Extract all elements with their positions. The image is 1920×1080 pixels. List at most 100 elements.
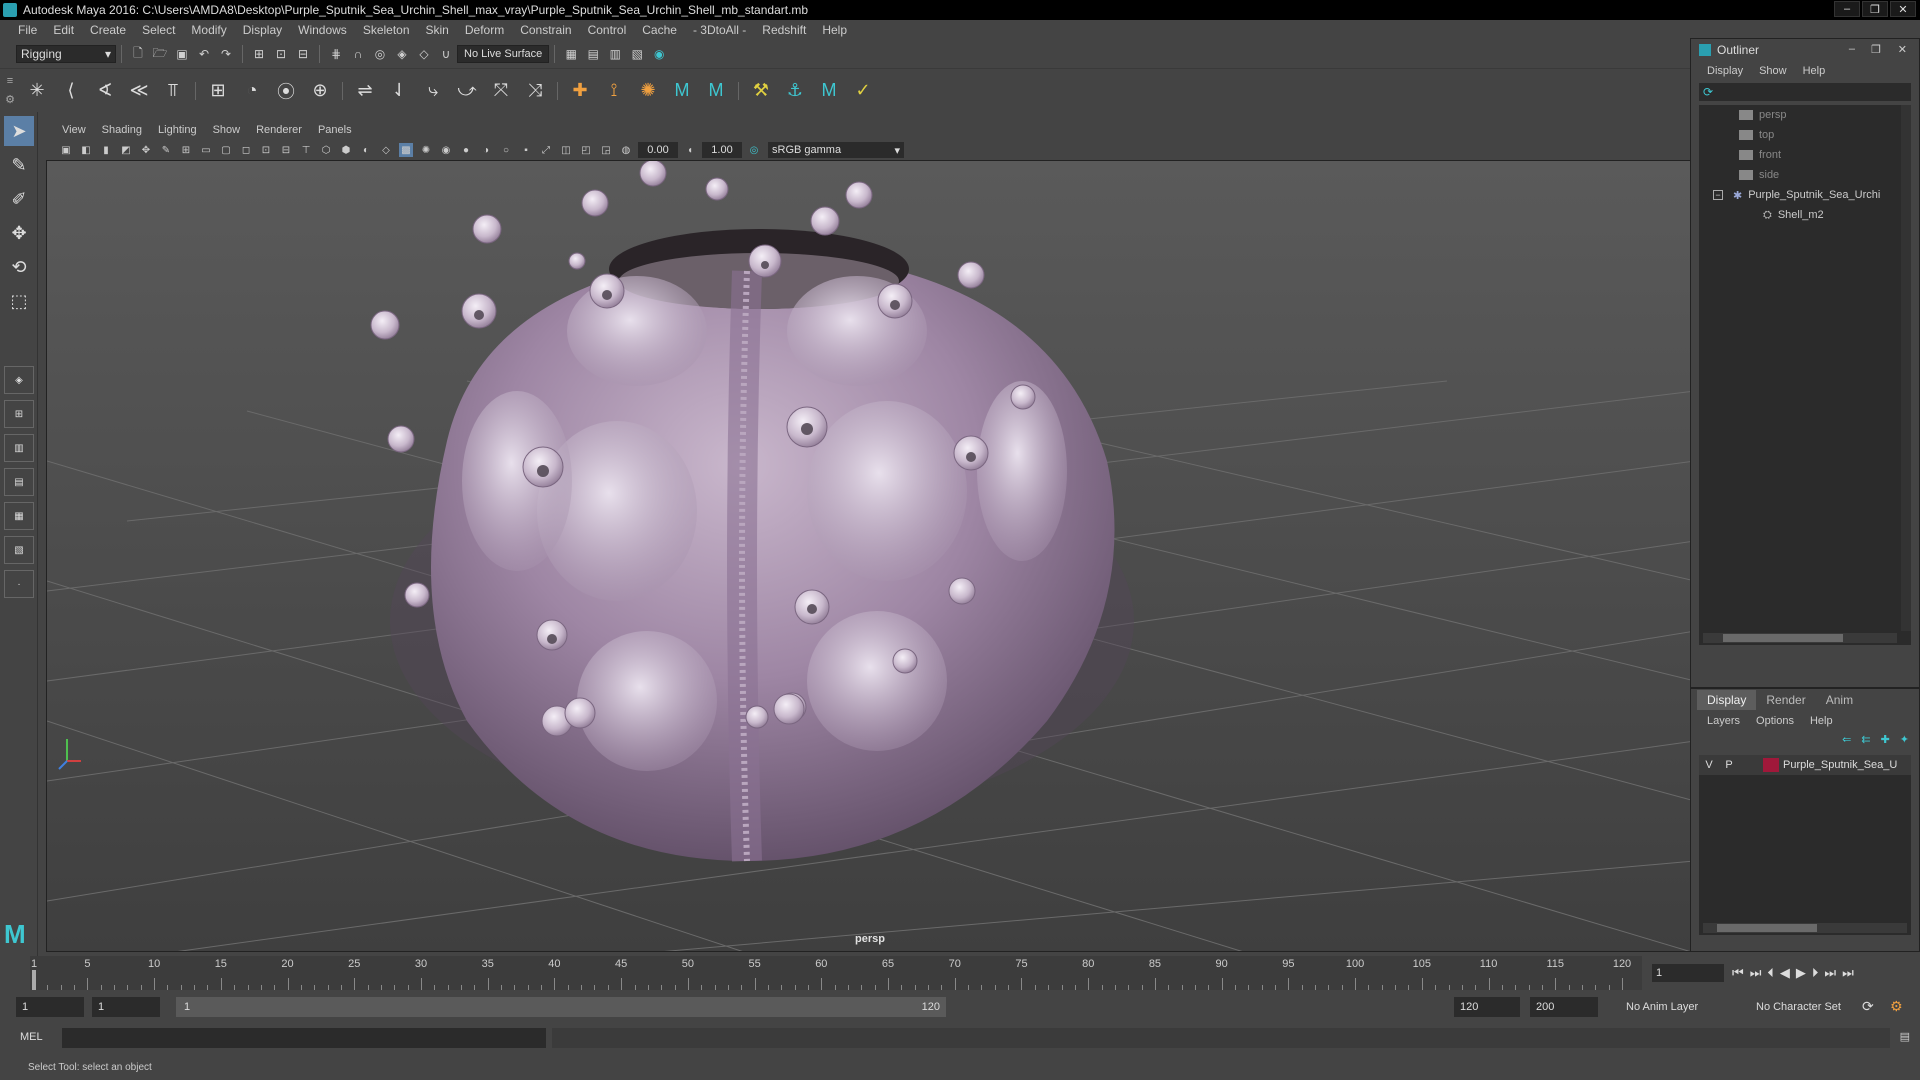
snap-view-icon[interactable]: ◈ — [394, 46, 410, 62]
menu-modify[interactable]: Modify — [183, 23, 234, 37]
orient-joint-icon[interactable]: ≪ — [126, 78, 152, 104]
view-transform-dropdown[interactable]: sRGB gamma ▾ — [768, 142, 904, 158]
menu-windows[interactable]: Windows — [290, 23, 355, 37]
orient-constraint-icon[interactable]: ✺ — [635, 78, 661, 104]
move-layer-up-icon[interactable]: ⇐ — [1842, 733, 1851, 746]
step-forward-key-icon[interactable]: ⏭ — [1824, 965, 1836, 981]
move-layer-down-icon[interactable]: ⇇ — [1861, 733, 1870, 746]
close-button[interactable]: ✕ — [1890, 1, 1916, 17]
copy-weights-icon[interactable]: ⤨ — [522, 78, 548, 104]
outliner-list[interactable]: persp top front side − ✱ Purple_Sputnik_… — [1699, 105, 1911, 645]
wireframe-icon[interactable]: ⬡ — [319, 143, 333, 157]
animation-end-field[interactable]: 200 — [1530, 997, 1598, 1017]
vertical-scrollbar[interactable] — [1901, 105, 1911, 631]
outliner-item-group[interactable]: − ✱ Purple_Sputnik_Sea_Urchi — [1699, 185, 1911, 205]
point-constraint-icon[interactable]: ✚ — [567, 78, 593, 104]
bind-skin-icon[interactable]: ⇌ — [352, 78, 378, 104]
grid-icon[interactable]: ⊞ — [179, 143, 193, 157]
new-layer-icon[interactable]: ✚ — [1881, 733, 1890, 746]
playback-start-field[interactable]: 1 — [92, 997, 160, 1017]
xray-components-icon[interactable]: ◲ — [599, 143, 613, 157]
layer-visibility-toggle[interactable]: V — [1699, 759, 1719, 771]
lasso-tool-icon[interactable]: ✎ — [4, 150, 34, 180]
paint-weights-icon[interactable]: ⤷ — [420, 78, 446, 104]
tab-render[interactable]: Render — [1756, 690, 1815, 710]
menu-3dtoall[interactable]: - 3DtoAll - — [685, 23, 754, 37]
rotate-tool-icon[interactable]: ⟲ — [4, 252, 34, 282]
undo-icon[interactable]: ↶ — [196, 46, 212, 62]
hypershade-icon[interactable]: ▧ — [629, 46, 645, 62]
redo-icon[interactable]: ↷ — [218, 46, 234, 62]
render-frame-icon[interactable]: ▦ — [563, 46, 579, 62]
layer-row[interactable]: V P Purple_Sputnik_Sea_U — [1699, 755, 1911, 775]
select-object-icon[interactable]: ⊡ — [273, 46, 289, 62]
vp-menu-lighting[interactable]: Lighting — [150, 124, 205, 136]
paint-select-icon[interactable]: ✐ — [4, 184, 34, 214]
resolution-gate-icon[interactable]: ▢ — [219, 143, 233, 157]
outliner-item-front[interactable]: front — [1699, 145, 1911, 165]
gamma-icon[interactable]: ◖ — [683, 143, 697, 157]
current-time-marker[interactable] — [32, 970, 36, 990]
tab-anim[interactable]: Anim — [1816, 690, 1863, 710]
lattice-icon[interactable]: ⊞ — [205, 78, 231, 104]
time-slider[interactable]: 1 5 10 15 20 25 30 35 40 45 50 55 60 65 70 75 80 85 90 95 10… — [22, 956, 1642, 990]
layer-playback-toggle[interactable]: P — [1719, 759, 1739, 771]
custom-layout-icon[interactable]: · — [4, 570, 34, 598]
snap-grid-icon[interactable]: ⋕ — [328, 46, 344, 62]
outliner-item-top[interactable]: top — [1699, 125, 1911, 145]
menu-select[interactable]: Select — [134, 23, 183, 37]
cluster-icon[interactable]: ◔ — [239, 78, 265, 104]
depth-of-field-icon[interactable]: ▪ — [519, 143, 533, 157]
field-chart-icon[interactable]: ⊡ — [259, 143, 273, 157]
isolate-select-icon[interactable]: ⤢ — [539, 143, 553, 157]
refresh-icon[interactable]: ⟳ — [1703, 85, 1713, 99]
vp-menu-view[interactable]: View — [54, 124, 94, 136]
menu-create[interactable]: Create — [82, 23, 134, 37]
use-all-lights-icon[interactable]: ✺ — [419, 143, 433, 157]
menu-skeleton[interactable]: Skeleton — [355, 23, 418, 37]
command-input[interactable] — [62, 1028, 546, 1048]
outliner-menu-help[interactable]: Help — [1795, 65, 1834, 77]
play-backward-icon[interactable]: ◀ — [1780, 965, 1790, 981]
outliner-menu-display[interactable]: Display — [1699, 65, 1751, 77]
2d-pan-zoom-icon[interactable]: ✥ — [139, 143, 153, 157]
animation-start-field[interactable]: 1 — [16, 997, 84, 1017]
snap-point-icon[interactable]: ◎ — [372, 46, 388, 62]
step-back-frame-icon[interactable]: ⏴ — [1767, 965, 1774, 981]
image-plane-icon[interactable]: ◩ — [119, 143, 133, 157]
menu-constrain[interactable]: Constrain — [512, 23, 579, 37]
layer-list[interactable]: V P Purple_Sputnik_Sea_U — [1699, 755, 1911, 935]
go-to-end-icon[interactable]: ⏭ — [1842, 965, 1854, 981]
minimize-button[interactable]: ‒ — [1834, 1, 1860, 17]
hik-control-icon[interactable]: M — [816, 78, 842, 104]
snap-surface-icon[interactable]: ◇ — [416, 46, 432, 62]
vp-menu-panels[interactable]: Panels — [310, 124, 360, 136]
pole-vector-icon[interactable]: ⚓ — [782, 78, 808, 104]
smooth-bind-icon[interactable]: ⤻ — [454, 78, 480, 104]
checkmark-icon[interactable]: ✓ — [850, 78, 876, 104]
select-hierarchy-icon[interactable]: ⊞ — [251, 46, 267, 62]
open-scene-icon[interactable]: 🗁 — [152, 46, 168, 62]
scrollbar-thumb[interactable] — [1723, 634, 1843, 642]
layer-menu-help[interactable]: Help — [1802, 715, 1841, 727]
anim-layer-dropdown[interactable]: No Anim Layer — [1620, 997, 1740, 1017]
menu-skin[interactable]: Skin — [418, 23, 457, 37]
mirror-joint-icon[interactable]: ⫪ — [160, 78, 186, 104]
vp-menu-show[interactable]: Show — [205, 124, 249, 136]
restore-button[interactable]: ❐ — [1862, 1, 1888, 17]
new-layer-selected-icon[interactable]: ✦ — [1900, 733, 1909, 746]
ik-handle-icon[interactable]: ⟨ — [58, 78, 84, 104]
live-surface-field[interactable]: No Live Surface — [457, 45, 550, 63]
playback-end-field[interactable]: 120 — [1454, 997, 1520, 1017]
layer-menu-options[interactable]: Options — [1748, 715, 1802, 727]
detach-skin-icon[interactable]: ⇃ — [386, 78, 412, 104]
hypershade-layout-icon[interactable]: ▧ — [4, 536, 34, 564]
menu-edit[interactable]: Edit — [45, 23, 82, 37]
menu-help[interactable]: Help — [814, 23, 855, 37]
safe-action-icon[interactable]: ⊟ — [279, 143, 293, 157]
close-icon[interactable]: ✕ — [1898, 43, 1907, 56]
select-tool-icon[interactable]: ➤ — [4, 116, 34, 146]
menu-deform[interactable]: Deform — [457, 23, 512, 37]
shadows-icon[interactable]: ◉ — [439, 143, 453, 157]
scale-tool-icon[interactable]: ⬚ — [4, 286, 34, 316]
